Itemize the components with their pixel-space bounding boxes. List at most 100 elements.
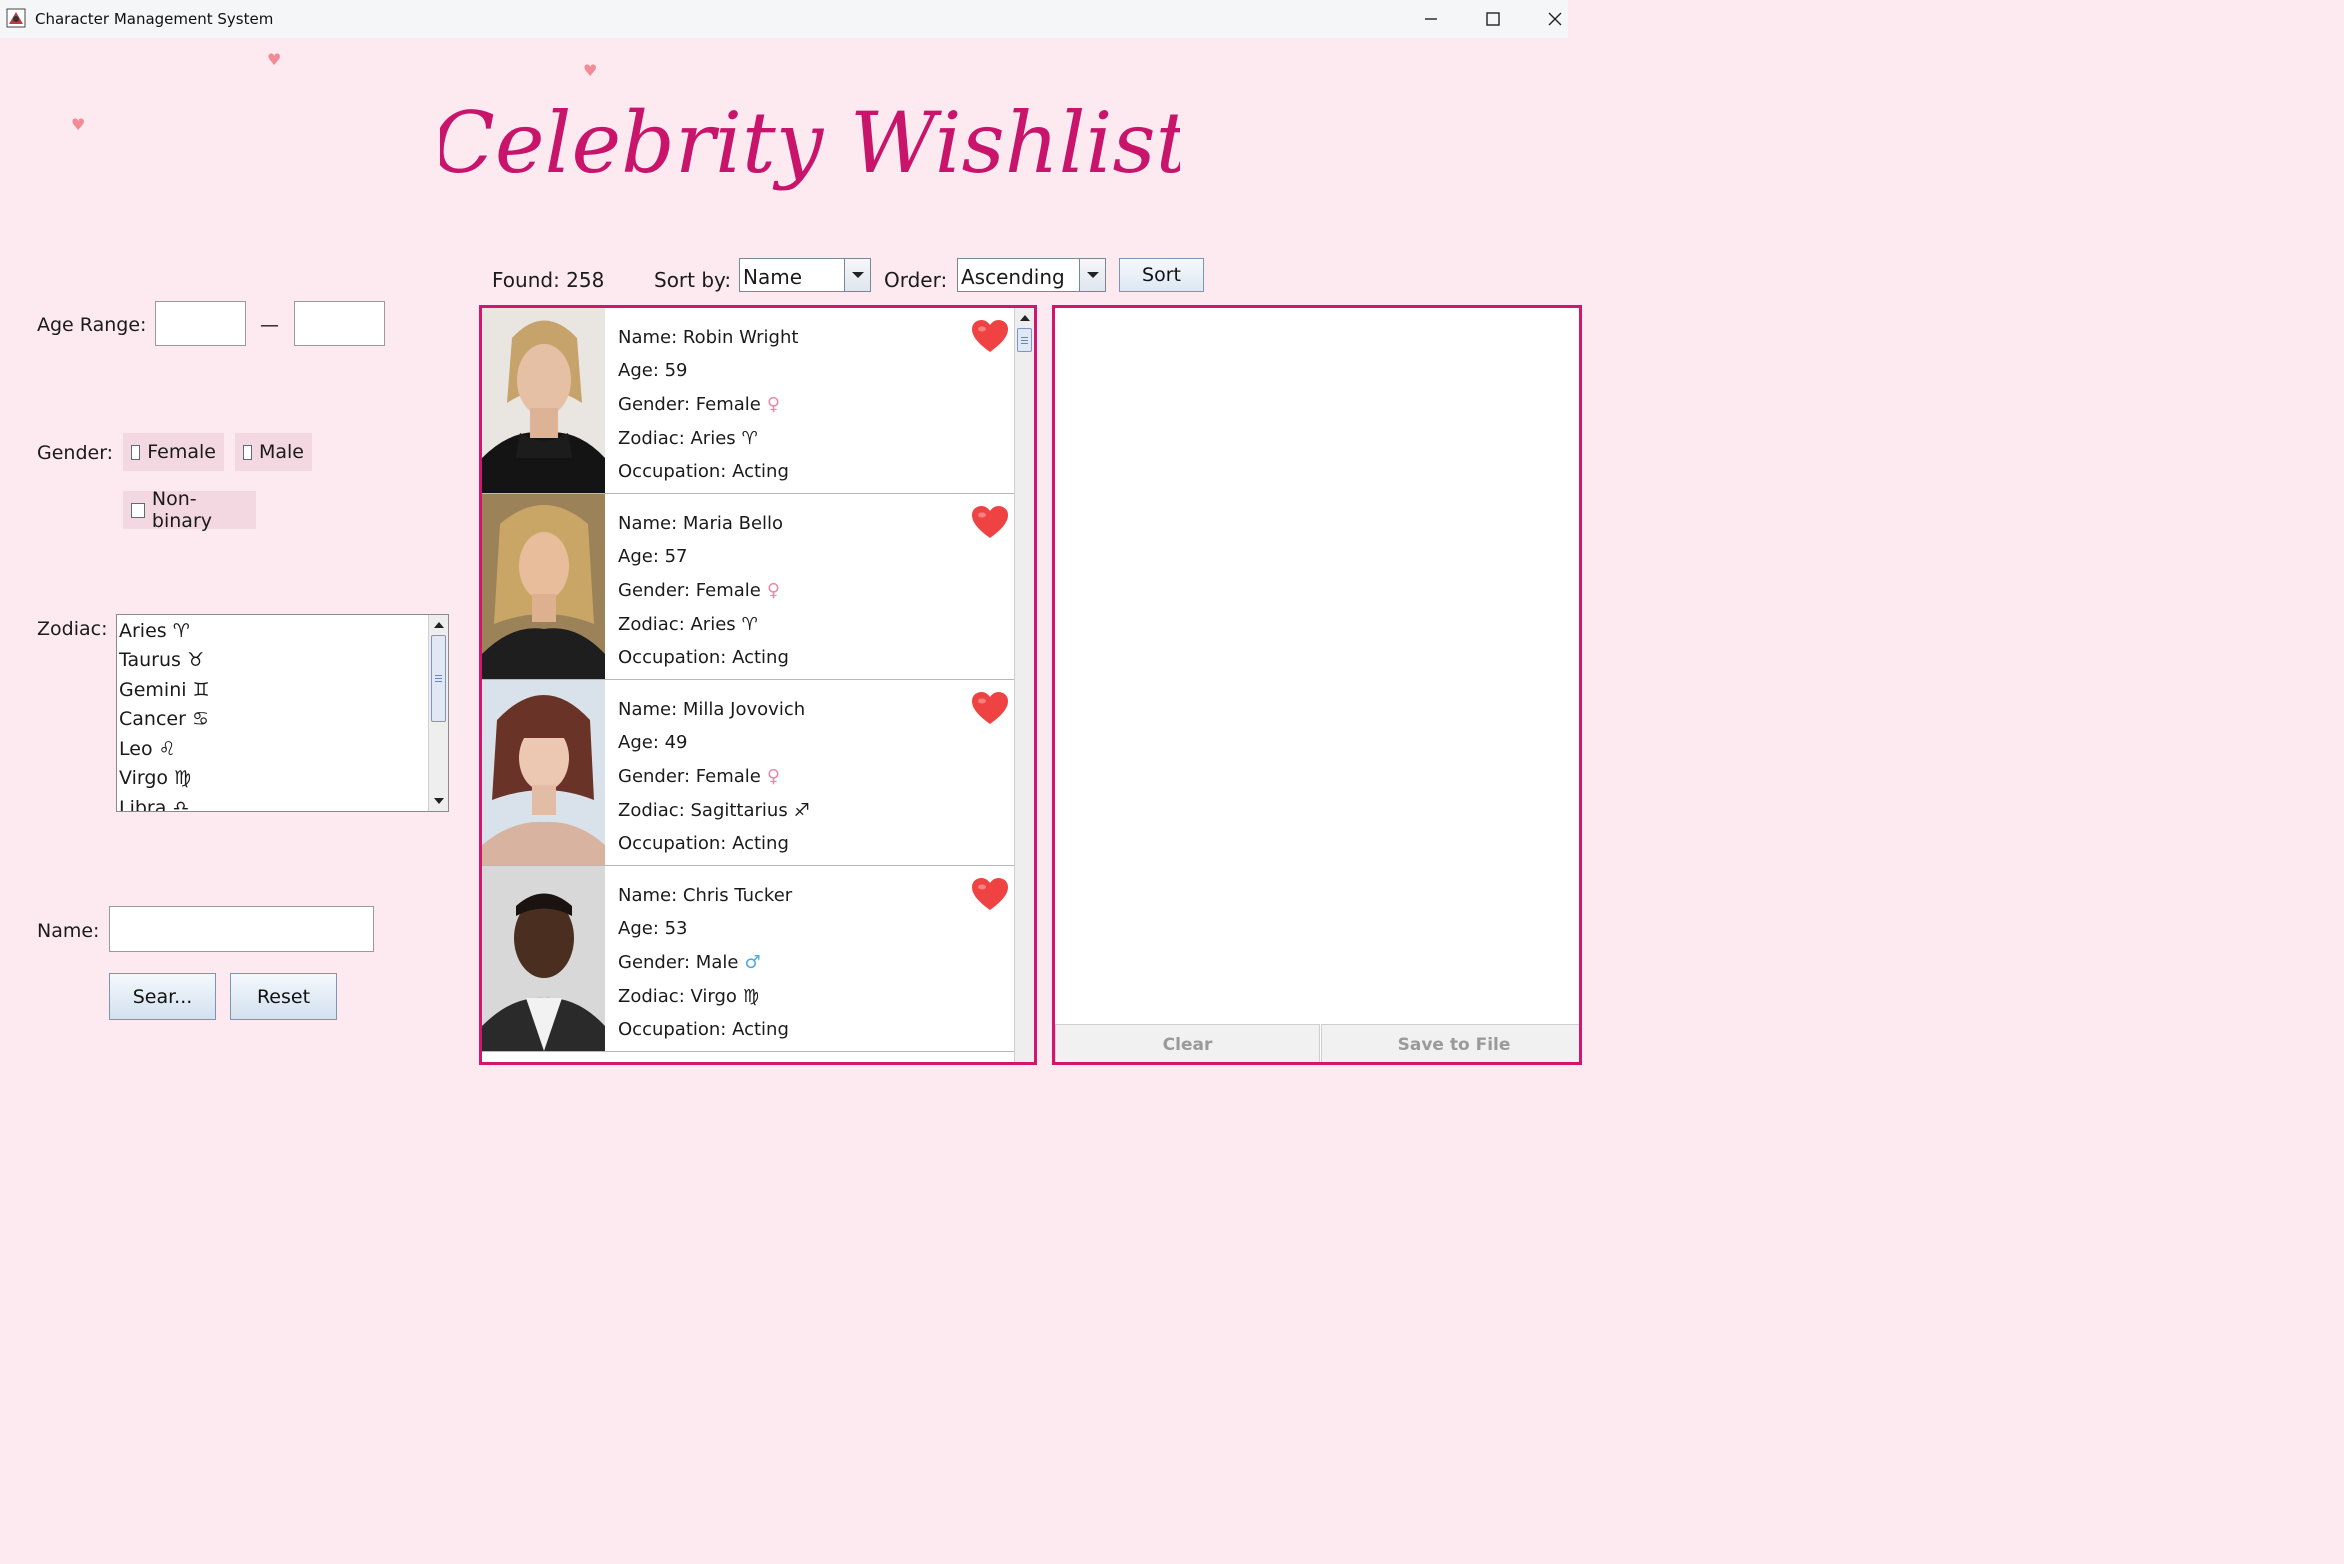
result-card[interactable]: Name: Chris Tucker Age: 53 Gender: Male ♂… [482, 866, 1014, 1052]
name-label: Name: [37, 920, 100, 942]
order-label: Order: [884, 268, 948, 292]
checkbox-label: Female [147, 441, 216, 463]
zodiac-list[interactable]: Aries ♈ Taurus ♉ Gemini ♊ Cancer ♋ Leo ♌… [116, 614, 449, 812]
detail-panel: Clear Save to File [1052, 305, 1582, 1065]
female-symbol-icon: ♀ [766, 580, 781, 601]
scroll-thumb[interactable] [431, 635, 446, 722]
result-age: Age: 59 [618, 360, 688, 381]
app-icon [6, 8, 26, 28]
result-name: Name: Maria Bello [618, 513, 784, 534]
zodiac-label: Zodiac: [37, 618, 108, 640]
checkbox-icon [131, 444, 141, 460]
result-zodiac: Zodiac: Virgo ♍ [618, 986, 760, 1007]
chevron-down-icon [1086, 272, 1099, 278]
zodiac-option-gemini[interactable]: Gemini ♊ [119, 679, 210, 701]
result-card[interactable]: Name: Milla Jovovich Age: 49 Gender: Fem… [482, 680, 1014, 866]
result-occupation: Occupation: Acting [618, 647, 789, 668]
zodiac-scrollbar[interactable] [428, 615, 448, 811]
close-button[interactable] [1524, 0, 1586, 38]
result-gender: Gender: Female ♀ [618, 394, 781, 415]
minimize-icon [1425, 18, 1437, 20]
male-symbol-icon: ♂ [744, 952, 761, 973]
gender-nonbinary-checkbox[interactable]: Non-binary [123, 488, 256, 532]
favorite-heart-icon[interactable] [972, 878, 1008, 912]
maximize-button[interactable] [1462, 0, 1524, 38]
result-name: Name: Chris Tucker [618, 885, 793, 906]
celebrity-photo [482, 680, 605, 865]
result-zodiac: Zodiac: Aries ♈ [618, 614, 758, 635]
favorite-heart-icon[interactable] [972, 692, 1008, 726]
result-card[interactable]: Name: Robin Wright Age: 59 Gender: Femal… [482, 308, 1014, 494]
zodiac-option-virgo[interactable]: Virgo ♍ [119, 767, 191, 789]
zodiac-option-cancer[interactable]: Cancer ♋ [119, 708, 209, 730]
female-symbol-icon: ♀ [766, 394, 781, 415]
result-name: Name: Robin Wright [618, 327, 799, 348]
result-zodiac: Zodiac: Sagittarius ♐ [618, 800, 810, 821]
favorite-heart-icon[interactable] [972, 506, 1008, 540]
scroll-up-arrow[interactable] [1015, 309, 1034, 327]
zodiac-option-libra[interactable]: Libra ♎ [119, 797, 189, 811]
result-occupation: Occupation: Acting [618, 1019, 789, 1040]
app-logo: Celebrity Wishlist [440, 94, 1180, 192]
checkbox-icon [131, 502, 145, 518]
decorative-heart-icon: ♥ [267, 50, 282, 69]
search-button[interactable]: Sear... [109, 973, 216, 1020]
aries-symbol-icon: ♈ [741, 428, 758, 449]
result-gender: Gender: Female ♀ [618, 580, 781, 601]
virgo-symbol-icon: ♍ [742, 986, 760, 1007]
clear-button[interactable]: Clear [1055, 1024, 1320, 1062]
window-title: Character Management System [35, 10, 274, 28]
reset-button[interactable]: Reset [230, 973, 337, 1020]
favorite-heart-icon[interactable] [972, 320, 1008, 354]
scroll-thumb[interactable] [1017, 328, 1032, 352]
sort-by-label: Sort by: [654, 268, 732, 292]
results-list[interactable]: Name: Robin Wright Age: 59 Gender: Femal… [479, 305, 1037, 1065]
arrow-down-icon [433, 798, 444, 804]
dropdown-arrow[interactable] [844, 259, 870, 291]
age-range-label: Age Range: [37, 314, 147, 336]
result-card[interactable]: Name: Maria Bello Age: 57 Gender: Female… [482, 494, 1014, 680]
celebrity-photo [482, 308, 605, 493]
celebrity-photo [482, 494, 605, 679]
checkbox-label: Male [258, 441, 304, 463]
order-dropdown[interactable]: Ascending [957, 258, 1106, 292]
arrow-up-icon [433, 622, 444, 628]
sort-by-dropdown[interactable]: Name [739, 258, 871, 292]
dropdown-arrow[interactable] [1079, 259, 1105, 291]
age-max-input[interactable] [294, 301, 385, 346]
celebrity-photo [482, 866, 605, 1051]
scroll-up-arrow[interactable] [429, 616, 448, 634]
maximize-icon [1486, 12, 1500, 26]
checkbox-label: Non-binary [151, 488, 213, 532]
sagittarius-symbol-icon: ♐ [793, 800, 810, 821]
sort-by-value: Name [743, 265, 803, 289]
decorative-heart-icon: ♥ [71, 115, 86, 134]
arrow-up-icon [1019, 315, 1030, 321]
age-range-separator: — [260, 314, 279, 336]
result-occupation: Occupation: Acting [618, 461, 789, 482]
result-occupation: Occupation: Acting [618, 833, 789, 854]
aries-symbol-icon: ♈ [741, 614, 758, 635]
zodiac-option-taurus[interactable]: Taurus ♉ [119, 649, 204, 671]
name-input[interactable] [109, 906, 374, 952]
gender-male-checkbox[interactable]: Male [235, 433, 312, 471]
sort-button[interactable]: Sort [1119, 258, 1204, 292]
found-count: Found: 258 [492, 268, 605, 292]
logo-text: Celebrity Wishlist [440, 94, 1180, 192]
save-to-file-button[interactable]: Save to File [1321, 1024, 1579, 1062]
chevron-down-icon [851, 272, 864, 278]
gender-female-checkbox[interactable]: Female [123, 433, 224, 471]
zodiac-option-aries[interactable]: Aries ♈ [119, 620, 190, 642]
order-value: Ascending [961, 265, 1065, 289]
female-symbol-icon: ♀ [766, 766, 781, 787]
close-icon [1548, 12, 1562, 26]
result-age: Age: 49 [618, 732, 688, 753]
zodiac-option-leo[interactable]: Leo ♌ [119, 738, 176, 760]
title-bar: Character Management System [0, 0, 1568, 38]
result-gender: Gender: Male ♂ [618, 952, 761, 973]
scroll-down-arrow[interactable] [429, 792, 448, 810]
result-gender: Gender: Female ♀ [618, 766, 781, 787]
results-scrollbar[interactable] [1014, 308, 1034, 1062]
age-min-input[interactable] [155, 301, 246, 346]
minimize-button[interactable] [1400, 0, 1462, 38]
